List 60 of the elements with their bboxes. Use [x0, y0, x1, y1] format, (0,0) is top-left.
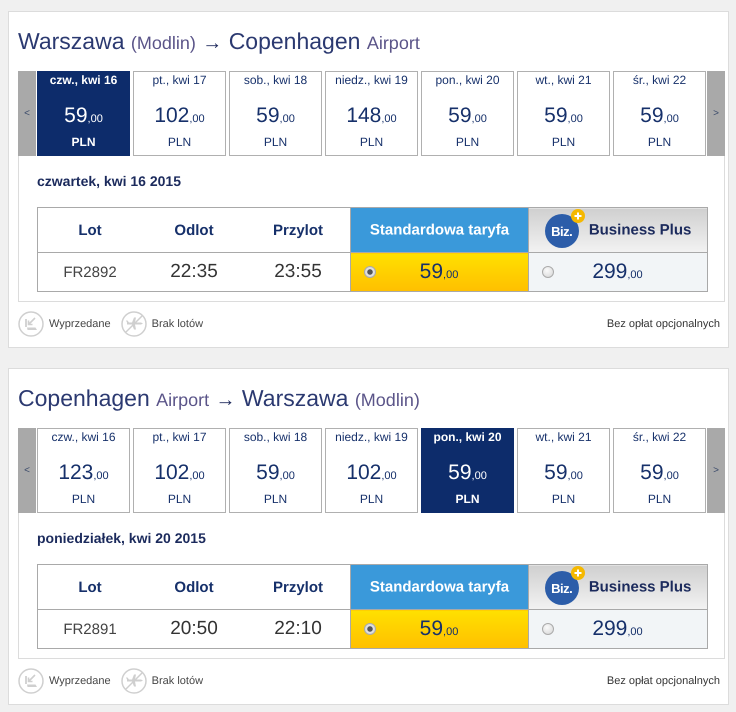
- radio-button[interactable]: [542, 266, 554, 278]
- fare-option[interactable]: 299,00: [528, 610, 708, 648]
- column-header: Lot: [38, 208, 142, 252]
- fare-name: Business Plus: [588, 578, 692, 596]
- previous-days-button[interactable]: <: [18, 71, 36, 156]
- fare-note: Bez opłat opcjonalnych: [606, 675, 720, 687]
- route-title: Copenhagen Airport → Warszawa (Modlin): [18, 384, 421, 413]
- crossed-plane-icon: [120, 311, 147, 337]
- fare-name: Business Plus: [588, 222, 692, 238]
- legend-label: Wyprzedane: [49, 318, 111, 330]
- fare-name: Standardowa taryfa: [370, 578, 510, 596]
- route-title: Warszawa (Modlin) → Copenhagen Airport: [18, 27, 421, 56]
- fare-option[interactable]: 299,00: [528, 252, 708, 292]
- column-header: Lot: [38, 564, 142, 610]
- day-tab[interactable]: wt., kwi 21 59,00 PLN: [517, 428, 610, 513]
- next-days-button[interactable]: >: [707, 428, 725, 513]
- selected-date: czwartek, kwi 16 2015: [37, 173, 182, 189]
- arrival-time: 23:55: [246, 252, 350, 292]
- fare-option[interactable]: 59,00: [350, 252, 528, 292]
- day-tab[interactable]: śr., kwi 22 59,00 PLN: [613, 428, 706, 513]
- fare-name: Standardowa taryfa: [370, 222, 510, 239]
- day-tab[interactable]: pt., kwi 17 102,00 PLN: [133, 71, 226, 156]
- day-tab[interactable]: sob., kwi 18 59,00 PLN: [229, 71, 322, 156]
- day-tab[interactable]: śr., kwi 22 59,00 PLN: [613, 71, 706, 156]
- flight-number: FR2891: [38, 610, 142, 648]
- day-tab[interactable]: czw., kwi 16 59,00 PLN: [37, 71, 130, 156]
- day-tab[interactable]: pon., kwi 20 59,00 PLN: [421, 428, 514, 513]
- radio-button[interactable]: [364, 266, 376, 278]
- day-tab[interactable]: niedz., kwi 19 102,00 PLN: [325, 428, 418, 513]
- departure-time: 22:35: [142, 252, 246, 292]
- legend-label: Wyprzedane: [49, 675, 111, 687]
- fare-note: Bez opłat opcjonalnych: [606, 318, 720, 330]
- legend-label: Brak lotów: [152, 318, 204, 330]
- plus-badge-icon: [570, 209, 585, 223]
- day-tab[interactable]: pt., kwi 17 102,00 PLN: [133, 428, 226, 513]
- fare-price: 299,00: [591, 260, 644, 284]
- day-tab[interactable]: wt., kwi 21 59,00 PLN: [517, 71, 610, 156]
- biz-logo: Biz.: [544, 571, 579, 605]
- flight-number: FR2892: [38, 252, 142, 292]
- crossed-plane-icon: [120, 668, 147, 694]
- fare-price: 59,00: [418, 260, 460, 284]
- radio-button[interactable]: [364, 623, 376, 635]
- arrival-time: 22:10: [246, 610, 350, 648]
- fare-option[interactable]: 59,00: [350, 610, 528, 648]
- legend-label: Brak lotów: [152, 675, 204, 687]
- departure-time: 20:50: [142, 610, 246, 648]
- next-days-button[interactable]: >: [707, 71, 725, 156]
- previous-days-button[interactable]: <: [18, 428, 36, 513]
- day-tab[interactable]: pon., kwi 20 59,00 PLN: [421, 71, 514, 156]
- day-tab[interactable]: niedz., kwi 19 148,00 PLN: [325, 71, 418, 156]
- column-header: Odlot: [142, 208, 246, 252]
- day-tab[interactable]: sob., kwi 18 59,00 PLN: [229, 428, 322, 513]
- plus-badge-icon: [570, 566, 585, 580]
- fare-price: 59,00: [418, 617, 460, 641]
- fare-price: 299,00: [591, 617, 644, 641]
- biz-logo: Biz.: [544, 214, 579, 248]
- selected-date: poniedziałek, kwi 20 2015: [37, 530, 207, 546]
- radio-button[interactable]: [542, 623, 554, 635]
- day-tab[interactable]: czw., kwi 16 123,00 PLN: [37, 428, 130, 513]
- column-header: Odlot: [142, 564, 246, 610]
